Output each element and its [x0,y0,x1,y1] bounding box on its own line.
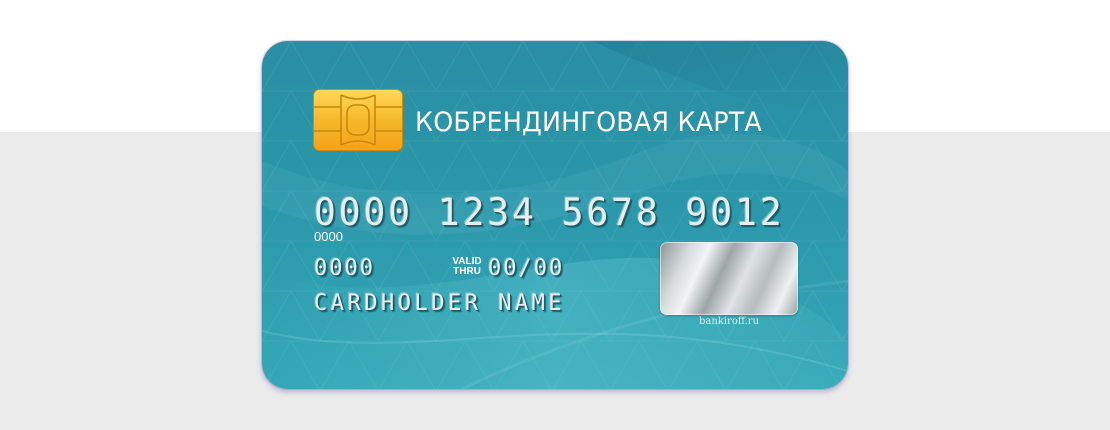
watermark-text: bankiroff.ru [699,316,760,327]
cardholder-name: CARDHOLDER NAME [314,291,566,316]
card-number: 0000 1234 5678 9012 [314,191,785,234]
card-number-sub-code: 0000 [314,229,343,244]
brand-title: КОБРЕНДИНГОВАЯ КАРТА [415,107,762,138]
expiry-date: 00/00 [488,256,565,281]
card-left-code: 0000 [314,256,375,281]
thru-label: THRU [453,266,481,277]
emv-chip-icon [313,89,403,151]
hologram-sticker [660,242,798,315]
credit-card: КОБРЕНДИНГОВАЯ КАРТА 0000 1234 5678 9012… [262,41,848,389]
valid-thru-label: VALID THRU [450,257,484,277]
